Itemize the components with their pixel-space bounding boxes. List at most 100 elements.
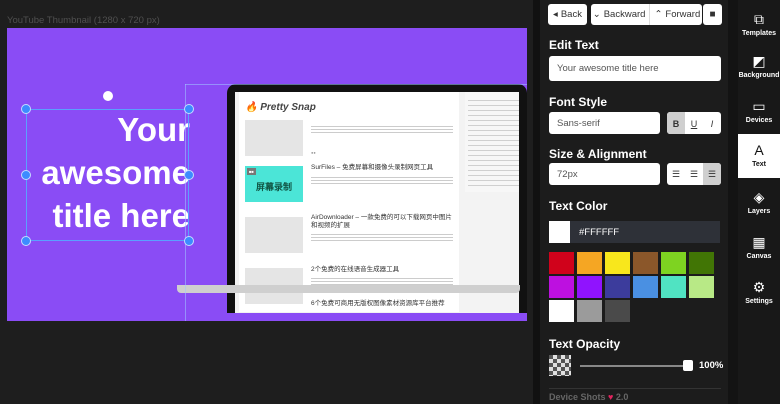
- color-swatch[interactable]: [549, 276, 574, 298]
- fire-icon: 🔥: [245, 102, 258, 113]
- italic-button[interactable]: I: [703, 112, 721, 134]
- font-style-heading: Font Style: [549, 95, 608, 109]
- back-button[interactable]: ◂ Back: [548, 4, 587, 25]
- title-text-input[interactable]: Your awesome title here: [549, 56, 721, 81]
- text-opacity-heading: Text Opacity: [549, 337, 621, 351]
- sidebar-item-background[interactable]: ◩ Background: [738, 53, 780, 83]
- hex-color-input[interactable]: #FFFFFF: [570, 221, 720, 243]
- align-left-icon: ☰: [671, 169, 681, 179]
- align-center-button[interactable]: ☰: [685, 163, 703, 185]
- site-logo: 🔥 Pretty Snap: [245, 102, 316, 113]
- color-swatch[interactable]: [577, 300, 602, 322]
- color-swatch[interactable]: [577, 252, 602, 274]
- mock-sidebar: [465, 92, 519, 192]
- article-tag: ■■: [247, 168, 256, 175]
- rotate-handle[interactable]: [103, 91, 113, 101]
- chevron-down-icon: ⌄: [592, 9, 601, 20]
- tool-sidebar: ⧉ Templates ◩ Background ▭ Devices A Tex…: [738, 0, 780, 404]
- text-settings-panel: ◂ Back ⌄ Backward ⌃ Forward ■ Edit Text You…: [540, 0, 728, 404]
- sidebar-item-canvas[interactable]: ▦ Canvas: [738, 234, 780, 264]
- color-swatch[interactable]: [577, 276, 602, 298]
- resize-handle-top-right[interactable]: [184, 104, 194, 114]
- opacity-slider-track[interactable]: [580, 365, 688, 367]
- bold-button[interactable]: B: [667, 112, 685, 134]
- color-swatch[interactable]: [605, 300, 630, 322]
- article-thumb: [245, 120, 303, 156]
- laptop-base: [177, 285, 520, 293]
- sidebar-item-text[interactable]: A Text: [738, 134, 780, 178]
- canvas-size-label: YouTube Thumbnail (1280 x 720 px): [7, 15, 160, 26]
- background-icon: ◩: [752, 53, 766, 69]
- sidebar-item-devices[interactable]: ▭ Devices: [738, 98, 780, 128]
- forward-button[interactable]: ⌃ Forward: [650, 4, 704, 25]
- editor-workspace: YouTube Thumbnail (1280 x 720 px) 🔥 Pret…: [0, 0, 533, 404]
- color-swatch[interactable]: [549, 252, 574, 274]
- opacity-slider-thumb[interactable]: [683, 360, 693, 371]
- text-icon: A: [754, 142, 764, 158]
- resize-handle-left[interactable]: [21, 170, 31, 180]
- color-swatch[interactable]: [633, 276, 658, 298]
- layers-icon: ◈: [753, 189, 765, 205]
- laptop-screen: 🔥 Pretty Snap ●● ■■ 屏幕录制 SurFiles – 免费屏幕…: [235, 92, 519, 313]
- monitor-icon: ▭: [752, 98, 766, 114]
- color-swatch[interactable]: [633, 252, 658, 274]
- article-desc: [311, 124, 453, 134]
- resize-handle-right[interactable]: [184, 170, 194, 180]
- trash-icon: ■: [709, 9, 716, 20]
- current-color-swatch[interactable]: [549, 221, 572, 243]
- gear-icon: ⚙: [752, 279, 766, 295]
- align-left-button[interactable]: ☰: [667, 163, 685, 185]
- guide-line-horizontal: [185, 84, 527, 85]
- article-title: AirDownloader – 一款免费的可以下载网页中图片和视频的扩展: [311, 214, 452, 229]
- underline-button[interactable]: U: [685, 112, 703, 134]
- footer-credit: Device Shots ♥ 2.0: [549, 392, 629, 402]
- laptop-mockup[interactable]: 🔥 Pretty Snap ●● ■■ 屏幕录制 SurFiles – 免费屏幕…: [227, 84, 527, 313]
- panel-scrollbar[interactable]: [728, 0, 738, 404]
- article-desc: [311, 232, 453, 242]
- color-swatch[interactable]: [605, 276, 630, 298]
- article-meta: ●●: [311, 150, 316, 155]
- alignment-buttons: ☰ ☰ ☰: [667, 163, 721, 185]
- font-style-buttons: B U I: [667, 112, 721, 134]
- align-center-icon: ☰: [689, 169, 699, 179]
- resize-handle-bottom-right[interactable]: [184, 236, 194, 246]
- article-thumb: [245, 217, 303, 253]
- text-color-heading: Text Color: [549, 199, 608, 213]
- color-swatch[interactable]: [661, 252, 686, 274]
- color-swatch[interactable]: [661, 276, 686, 298]
- align-right-button[interactable]: ☰: [703, 163, 721, 185]
- panel-divider: [533, 0, 540, 404]
- sidebar-item-layers[interactable]: ◈ Layers: [738, 189, 780, 219]
- delete-button[interactable]: ■: [703, 4, 722, 25]
- opacity-checker-icon: [549, 355, 571, 376]
- font-family-select[interactable]: Sans-serif: [549, 112, 660, 134]
- edit-text-heading: Edit Text: [549, 38, 599, 52]
- canvas-icon: ▦: [752, 234, 766, 250]
- sidebar-item-settings[interactable]: ⚙ Settings: [738, 279, 780, 309]
- color-swatch[interactable]: [689, 276, 714, 298]
- color-swatch[interactable]: [549, 300, 574, 322]
- size-alignment-heading: Size & Alignment: [549, 147, 647, 161]
- resize-handle-bottom-left[interactable]: [21, 236, 31, 246]
- history-button-group: ⌄ Backward ⌃ Forward: [591, 4, 702, 25]
- color-swatch[interactable]: [605, 252, 630, 274]
- font-size-input[interactable]: 72px: [549, 163, 660, 185]
- templates-icon: ⧉: [754, 11, 764, 27]
- article-thumb-text: 屏幕录制: [255, 182, 292, 192]
- resize-handle-top-left[interactable]: [21, 104, 31, 114]
- article-title: SurFiles – 免费屏幕和摄像头录制网页工具: [311, 164, 434, 171]
- color-swatch[interactable]: [689, 252, 714, 274]
- divider: [549, 388, 721, 389]
- backward-button[interactable]: ⌄ Backward: [589, 4, 651, 25]
- align-right-icon: ☰: [707, 169, 717, 179]
- mock-website: 🔥 Pretty Snap ●● ■■ 屏幕录制 SurFiles – 免费屏幕…: [239, 92, 459, 312]
- chevron-left-icon: ◂: [553, 9, 558, 20]
- article-thumb-teal: ■■ 屏幕录制: [245, 166, 303, 202]
- opacity-value: 100%: [699, 360, 724, 371]
- article-title: 6个免费可商用无版权图像素材资源库平台推荐: [311, 300, 445, 307]
- heart-icon: ♥: [608, 392, 614, 402]
- chevron-up-icon: ⌃: [654, 9, 663, 20]
- sidebar-item-templates[interactable]: ⧉ Templates: [738, 11, 780, 41]
- selection-box[interactable]: [26, 109, 189, 241]
- article-desc: [311, 175, 453, 185]
